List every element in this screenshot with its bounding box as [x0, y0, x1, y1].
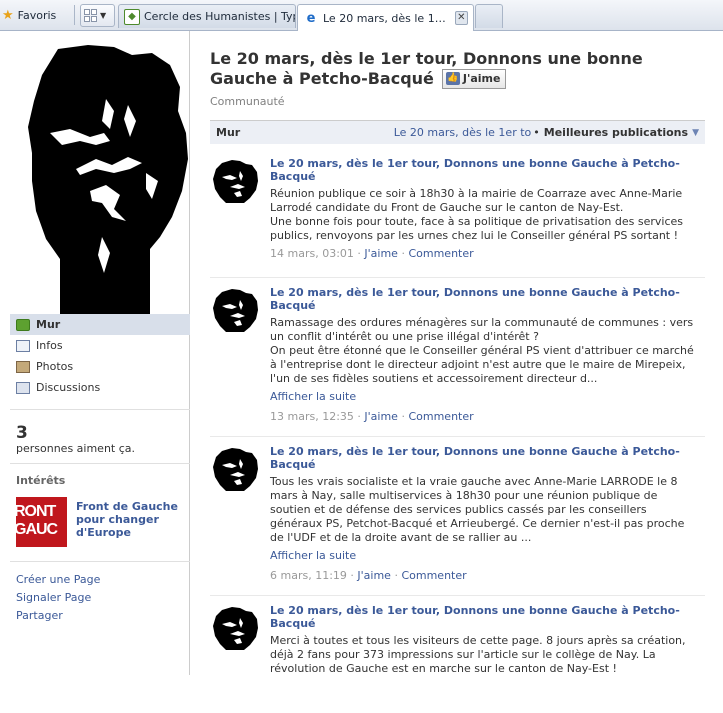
nav-label: Photos — [36, 360, 74, 373]
nav-item-mur[interactable]: Mur — [10, 314, 190, 335]
nav-label: Mur — [36, 318, 61, 331]
share-link[interactable]: Partager — [16, 607, 100, 625]
report-page-link[interactable]: Signaler Page — [16, 589, 100, 607]
post-timestamp[interactable]: 6 mars, 11:19 — [270, 569, 347, 582]
like-post-link[interactable]: J'aime — [364, 247, 398, 260]
page-nav: Mur Infos Photos Discussions — [10, 314, 190, 398]
post-paragraph: On peut être étonné que le Conseiller gé… — [270, 344, 694, 385]
post-paragraph: Tous les vrais socialiste et la vraie ga… — [270, 475, 685, 544]
post-avatar-fist[interactable] — [210, 157, 260, 207]
post-timestamp[interactable]: 14 mars, 03:01 — [270, 247, 354, 260]
post-body: Ramassage des ordures ménagères sur la c… — [270, 316, 700, 386]
nav-item-discussions[interactable]: Discussions — [10, 377, 190, 398]
wall-post: Le 20 mars, dès le 1er tour, Donnons une… — [210, 445, 705, 596]
divider — [10, 561, 190, 562]
post-author-link[interactable]: Le 20 mars, dès le 1er tour, Donnons une… — [270, 445, 690, 471]
quick-tabs-button[interactable]: ▼ — [80, 4, 115, 27]
left-sidebar: Mur Infos Photos Discussions 3 personnes… — [0, 31, 190, 675]
chevron-down-icon[interactable]: ▼ — [692, 128, 699, 138]
wall-post: Le 20 mars, dès le 1er tour, Donnons une… — [210, 604, 705, 713]
wall-label: Mur — [216, 126, 241, 139]
tab-title: Le 20 mars, dès le 1er to... — [323, 11, 451, 25]
post-meta: 13 mars, 12:35 · J'aime · Commenter — [270, 410, 474, 423]
nav-label: Discussions — [36, 381, 101, 394]
wall-filter-bar: Mur Le 20 mars, dès le 1er to • Meilleur… — [210, 120, 705, 144]
toolbar-divider — [74, 5, 75, 25]
page-title-text: Le 20 mars, dès le 1er tour, Donnons une… — [210, 49, 643, 88]
show-more-link[interactable]: Afficher la suite — [270, 390, 356, 403]
thumbs-up-icon: 👍 — [445, 72, 460, 85]
post-timestamp[interactable]: 13 mars, 12:35 — [270, 410, 354, 423]
post-body: Merci à toutes et tous les visiteurs de … — [270, 634, 700, 676]
post-paragraph: Merci à toutes et tous les visiteurs de … — [270, 634, 686, 675]
discussions-icon — [16, 381, 30, 394]
create-page-link[interactable]: Créer une Page — [16, 571, 100, 589]
wall-post: Le 20 mars, dès le 1er tour, Donnons une… — [210, 157, 705, 278]
star-icon: ★ — [2, 7, 14, 23]
wall-icon — [16, 318, 30, 331]
post-author-link[interactable]: Le 20 mars, dès le 1er tour, Donnons une… — [270, 286, 690, 312]
like-label: J'aime — [462, 71, 501, 85]
divider — [10, 409, 190, 410]
page-category: Communauté — [210, 95, 285, 108]
chevron-down-icon: ▼ — [100, 11, 107, 20]
footer-links: Créer une Page Signaler Page Partager — [16, 571, 100, 625]
likes-count: 3 — [16, 423, 28, 443]
like-post-link[interactable]: J'aime — [364, 410, 398, 423]
sort-dropdown[interactable]: Meilleures publications — [544, 126, 688, 139]
show-more-link[interactable]: Afficher la suite — [270, 549, 356, 562]
interest-link[interactable]: Front de Gauche pour changer d'Europe — [76, 500, 186, 539]
browser-tab-cercle[interactable]: ◆ Cercle des Humanistes | Typ... — [118, 4, 296, 28]
ie-favicon-icon: e — [306, 10, 316, 26]
separator-dot: • — [533, 126, 540, 139]
info-icon — [16, 339, 30, 352]
browser-tab-bar: ★ Favoris ▼ ◆ Cercle des Humanistes | Ty… — [0, 0, 723, 31]
comment-link[interactable]: Commenter — [408, 247, 473, 260]
nav-label: Infos — [36, 339, 63, 352]
photos-icon — [16, 360, 30, 373]
post-paragraph: Ramassage des ordures ménagères sur la c… — [270, 316, 694, 343]
profile-picture-fist[interactable] — [10, 41, 190, 336]
nav-item-photos[interactable]: Photos — [10, 356, 190, 377]
favorites-label: Favoris — [17, 8, 57, 22]
like-post-link[interactable]: J'aime — [357, 569, 391, 582]
post-avatar-fist[interactable] — [210, 604, 260, 654]
post-avatar-fist[interactable] — [210, 445, 260, 495]
nav-item-infos[interactable]: Infos — [10, 335, 190, 356]
like-page-button[interactable]: 👍 J'aime — [441, 68, 507, 89]
page-title: Le 20 mars, dès le 1er tour, Donnons une… — [210, 49, 705, 90]
post-meta: 14 mars, 03:01 · J'aime · Commenter — [270, 247, 474, 260]
post-body: Réunion publique ce soir à 18h30 à la ma… — [270, 187, 700, 243]
post-avatar-fist[interactable] — [210, 286, 260, 336]
post-author-link[interactable]: Le 20 mars, dès le 1er tour, Donnons une… — [270, 157, 690, 183]
divider — [10, 463, 190, 464]
new-tab-button[interactable] — [475, 4, 503, 28]
favorites-button[interactable]: ★ Favoris — [2, 6, 56, 24]
filter-page-posts[interactable]: Le 20 mars, dès le 1er to — [394, 126, 532, 139]
likes-text: personnes aiment ça. — [16, 442, 136, 455]
quick-tabs-icon — [84, 9, 97, 22]
site-favicon-icon: ◆ — [124, 8, 140, 25]
logo-text: RONT — [16, 503, 56, 520]
comment-link[interactable]: Commenter — [408, 410, 473, 423]
main-content: Le 20 mars, dès le 1er tour, Donnons une… — [210, 31, 705, 675]
post-body: Tous les vrais socialiste et la vraie ga… — [270, 475, 700, 545]
close-tab-icon[interactable]: ✕ — [454, 11, 468, 25]
logo-text: GAUC — [16, 521, 58, 538]
browser-tab-active[interactable]: e Le 20 mars, dès le 1er to... ✕ — [297, 4, 474, 31]
post-meta: 6 mars, 11:19 · J'aime · Commenter — [270, 569, 467, 582]
post-author-link[interactable]: Le 20 mars, dès le 1er tour, Donnons une… — [270, 604, 690, 630]
post-paragraph: Réunion publique ce soir à 18h30 à la ma… — [270, 187, 683, 214]
post-paragraph: Une bonne fois pour toute, face à sa pol… — [270, 215, 684, 242]
wall-post: Le 20 mars, dès le 1er tour, Donnons une… — [210, 286, 705, 437]
tab-title: Cercle des Humanistes | Typ... — [144, 10, 296, 23]
interests-heading: Intérêts — [16, 474, 66, 487]
comment-link[interactable]: Commenter — [401, 569, 466, 582]
interest-logo[interactable]: RONT GAUC — [16, 497, 67, 547]
